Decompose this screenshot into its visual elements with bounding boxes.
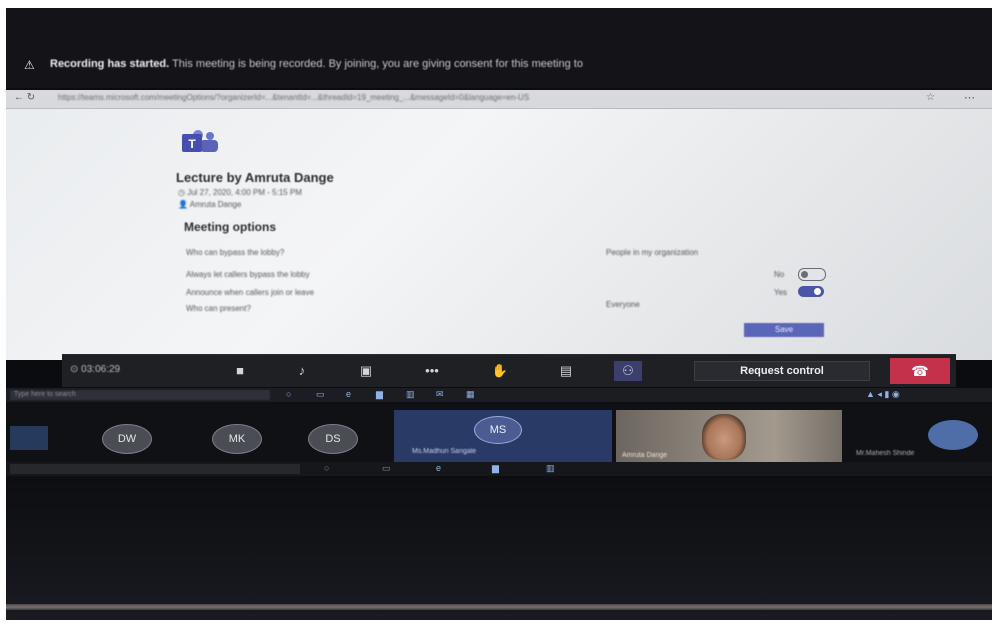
participant-name: Ms.Madhuri Sangale: [412, 448, 477, 455]
taskbar-search[interactable]: Type here to search: [10, 390, 270, 400]
participant-name: Mr.Mahesh Shinde: [856, 450, 915, 457]
warning-icon: ⚠: [24, 58, 35, 72]
menu-icon[interactable]: ⋯: [964, 91, 975, 104]
cortana-icon[interactable]: ○: [286, 389, 291, 399]
option-label-callers-bypass: Always let callers bypass the lobby: [186, 270, 310, 279]
teams-logo-icon: T: [182, 130, 218, 152]
taskbar-search-2[interactable]: [10, 464, 300, 474]
meeting-organizer: 👤 Amruta Dange: [178, 200, 242, 209]
call-timer-text: 03:06:29: [81, 364, 121, 375]
call-timer: ⊙ 03:06:29: [70, 364, 121, 375]
toggle-knob: [801, 271, 808, 278]
recording-message-text: This meeting is being recorded. By joini…: [172, 58, 583, 70]
option-label-bypass-lobby: Who can bypass the lobby?: [186, 248, 285, 257]
meeting-organizer-text: Amruta Dange: [189, 200, 242, 209]
participant-name: Amruta Dange: [622, 452, 668, 459]
recording-bold-text: Recording has started.: [50, 58, 170, 70]
raise-hand-icon[interactable]: ✋: [486, 361, 514, 381]
avatar-ms: MS: [474, 416, 522, 444]
teams-taskbar-icon[interactable]: ▦: [466, 389, 475, 400]
address-bar[interactable]: ← ↻ https://teams.microsoft.com/meetingO…: [6, 90, 992, 109]
recording-banner: ⚠ Recording has started. This meeting is…: [6, 8, 992, 88]
mic-icon[interactable]: ♪: [288, 361, 316, 381]
nav-icons[interactable]: ← ↻: [14, 92, 35, 103]
edge-icon[interactable]: e: [346, 389, 351, 399]
laptop-edge: [6, 604, 992, 610]
announce-toggle[interactable]: [798, 286, 824, 297]
call-controls-bar: ⊙ 03:06:29 ■ ♪ ▣ ••• ✋ ▤ ⚇ Request contr…: [62, 354, 956, 387]
task-view-icon[interactable]: ▭: [382, 463, 391, 474]
participant-video-tile: Amruta Dange: [616, 410, 842, 462]
url-text[interactable]: https://teams.microsoft.com/meetingOptio…: [58, 93, 878, 104]
laptop-bezel: [6, 476, 992, 620]
meeting-title: Lecture by Amruta Dange: [176, 170, 334, 185]
browser-window: ← ↻ https://teams.microsoft.com/meetingO…: [6, 90, 992, 360]
chat-icon[interactable]: ▤: [552, 361, 580, 381]
explorer-icon[interactable]: ▆: [492, 463, 499, 474]
presenter-video: [702, 414, 746, 460]
recording-message: Recording has started. This meeting is b…: [50, 58, 583, 70]
toggle-knob: [814, 288, 821, 295]
video-icon[interactable]: ■: [226, 361, 254, 381]
option-value-callers-bypass: No: [774, 270, 785, 279]
store-icon[interactable]: ▥: [406, 389, 415, 400]
mail-icon[interactable]: ✉: [436, 389, 444, 400]
participants-strip: DW MK DS MS Ms.Madhuri Sangale Amruta Da…: [6, 402, 992, 462]
cortana-icon[interactable]: ○: [324, 463, 329, 473]
options-title: Meeting options: [184, 220, 276, 234]
taskbar-bottom: ○ ▭ e ▆ ▥: [6, 462, 992, 476]
phone-hangup-icon[interactable]: ☎: [890, 358, 950, 384]
chat-panel-icon[interactable]: [10, 426, 48, 450]
option-value-announce: Yes: [774, 288, 788, 297]
store-icon[interactable]: ▥: [546, 463, 555, 474]
more-icon[interactable]: •••: [418, 361, 446, 381]
avatar-placeholder: [928, 420, 978, 450]
meeting-date: ◷ Jul 27, 2020, 4:00 PM - 5:15 PM: [178, 188, 302, 197]
option-label-presenter: Who can present?: [186, 304, 251, 313]
callers-bypass-toggle[interactable]: [798, 268, 826, 281]
avatar-ds: DS: [308, 424, 358, 454]
request-control-button[interactable]: Request control: [694, 361, 870, 381]
participant-tile-ms: MS Ms.Madhuri Sangale: [394, 410, 612, 462]
avatar-dw: DW: [102, 424, 152, 454]
edge-icon[interactable]: e: [436, 463, 441, 473]
tray-icons: ▲ ◂ ▮ ◉: [866, 389, 900, 399]
taskbar-top: Type here to search ○ ▭ e ▆ ▥ ✉ ▦ ▲ ◂ ▮ …: [6, 388, 992, 402]
participants-icon[interactable]: ⚇: [614, 361, 642, 381]
star-icon[interactable]: ☆: [926, 92, 935, 103]
save-button[interactable]: Save: [744, 323, 824, 337]
avatar-mk: MK: [212, 424, 262, 454]
option-label-announce: Announce when callers join or leave: [186, 288, 315, 297]
option-value-bypass-lobby[interactable]: People in my organization: [606, 248, 698, 257]
option-value-presenter[interactable]: Everyone: [606, 300, 640, 309]
share-screen-icon[interactable]: ▣: [352, 361, 380, 381]
explorer-icon[interactable]: ▆: [376, 389, 383, 400]
photo-of-screen: ⚠ Recording has started. This meeting is…: [6, 8, 992, 620]
svg-text:T: T: [188, 137, 196, 151]
task-view-icon[interactable]: ▭: [316, 389, 325, 400]
meeting-date-text: Jul 27, 2020, 4:00 PM - 5:15 PM: [187, 188, 302, 197]
